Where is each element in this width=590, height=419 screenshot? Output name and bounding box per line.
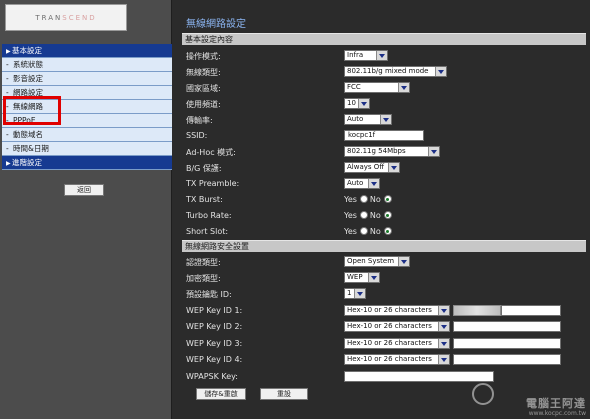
chevron-down-icon: [398, 83, 409, 92]
chevron-down-icon: [358, 99, 369, 108]
section-basic-header: 基本設定內容: [182, 33, 586, 45]
logo-text-a: TRAN: [35, 13, 63, 22]
chevron-down-icon: [438, 339, 449, 348]
sidebar-item-label: 動態域名: [13, 130, 43, 139]
wep-key-3-input[interactable]: [453, 338, 561, 349]
tx-burst-radio-group: Yes No: [344, 195, 394, 204]
wep-key-1-format-select[interactable]: Hex-10 or 26 characters: [344, 305, 450, 316]
sidebar-item-ddns[interactable]: - 動態域名: [2, 128, 172, 142]
watermark-text: 電腦王阿達: [526, 397, 586, 410]
region-select[interactable]: FCC: [344, 82, 410, 93]
turbo-rate-no-radio[interactable]: [383, 211, 392, 219]
logo-text-b: SCEND: [62, 13, 97, 22]
transcend-logo: TRAN SCEND: [5, 4, 127, 31]
chevron-down-icon: [376, 51, 387, 60]
encrypt-type-select[interactable]: WEP: [344, 272, 380, 283]
sidebar-item-basic-settings[interactable]: ▶基本設定: [2, 44, 172, 58]
short-slot-radio-group: Yes No: [344, 227, 394, 236]
chevron-down-icon: [428, 147, 439, 156]
tx-burst-yes-radio[interactable]: [359, 195, 368, 203]
row-turbo-rate: Turbo Rate: Yes No: [186, 209, 586, 224]
watermark-logo-icon: [472, 383, 494, 405]
sidebar-item-label: 基本設定: [12, 46, 42, 55]
wep-key-1-input[interactable]: [501, 305, 561, 316]
adhoc-mode-select[interactable]: 802.11g 54Mbps: [344, 146, 440, 157]
wep-key-2-format-select[interactable]: Hex-10 or 26 characters: [344, 321, 450, 332]
bg-protect-select[interactable]: Always Off: [344, 162, 400, 173]
turbo-rate-radio-group: Yes No: [344, 211, 394, 220]
rate-select[interactable]: Auto: [344, 114, 392, 125]
row-ssid: SSID: kocpc1f: [186, 129, 586, 144]
op-mode-select[interactable]: Infra: [344, 50, 388, 61]
row-op-mode: 操作模式: Infra: [186, 49, 586, 64]
turbo-rate-yes-radio[interactable]: [359, 211, 368, 219]
sidebar-item-label: 時間&日期: [13, 144, 49, 153]
watermark-url: www.kocpc.com.tw: [528, 410, 586, 417]
chevron-down-icon: [368, 273, 379, 282]
channel-select[interactable]: 10: [344, 98, 370, 109]
row-wep-key-2: WEP Key ID 2: Hex-10 or 26 characters: [186, 320, 586, 335]
row-default-key: 預設鑰匙 ID: 1: [186, 287, 586, 302]
short-slot-no-radio[interactable]: [383, 227, 392, 235]
back-button[interactable]: 返回: [64, 184, 104, 196]
save-restart-button[interactable]: 儲存&重啟: [196, 388, 246, 400]
chevron-down-icon: [438, 322, 449, 331]
auth-type-select[interactable]: Open System: [344, 256, 410, 267]
field-label: 操作模式:: [186, 52, 221, 61]
chevron-down-icon: [354, 289, 365, 298]
tx-preamble-select[interactable]: Auto: [344, 178, 380, 189]
sidebar-item-label: 系統狀態: [13, 60, 43, 69]
highlight-annotation-box: [3, 96, 61, 125]
chevron-down-icon: [388, 163, 399, 172]
row-channel: 使用頻道: 10: [186, 97, 586, 112]
row-adhoc-mode: Ad-Hoc 模式: 802.11g 54Mbps: [186, 145, 586, 160]
chevron-down-icon: [368, 179, 379, 188]
sidebar-item-time-date[interactable]: - 時間&日期: [2, 142, 172, 156]
tx-burst-no-radio[interactable]: [383, 195, 392, 203]
row-bg-protect: B/G 保護: Always Off: [186, 161, 586, 176]
chevron-down-icon: [380, 115, 391, 124]
sidebar-item-system-status[interactable]: - 系統狀態: [2, 58, 172, 72]
row-wep-key-4: WEP Key ID 4: Hex-10 or 26 characters: [186, 353, 586, 368]
row-wep-key-3: WEP Key ID 3: Hex-10 or 26 characters: [186, 337, 586, 352]
page-title: 無線網路設定: [186, 19, 246, 30]
wep-key-3-format-select[interactable]: Hex-10 or 26 characters: [344, 338, 450, 349]
wep-key-1-redacted: [453, 305, 501, 316]
row-auth-type: 認證類型: Open System: [186, 255, 586, 270]
default-key-select[interactable]: 1: [344, 288, 366, 299]
sidebar-item-label: 影音設定: [13, 74, 43, 83]
row-tx-burst: TX Burst: Yes No: [186, 193, 586, 208]
chevron-down-icon: [435, 67, 446, 76]
chevron-down-icon: [438, 355, 449, 364]
row-encrypt-type: 加密類型: WEP: [186, 271, 586, 286]
ssid-input[interactable]: kocpc1f: [344, 130, 424, 141]
section-security-header: 無線網路安全設置: [182, 240, 586, 252]
watermark: 電腦王阿達 www.kocpc.com.tw: [468, 377, 586, 417]
short-slot-yes-radio[interactable]: [359, 227, 368, 235]
row-wep-key-1: WEP Key ID 1: Hex-10 or 26 characters: [186, 304, 586, 319]
chevron-down-icon: [438, 306, 449, 315]
wep-key-4-format-select[interactable]: Hex-10 or 26 characters: [344, 354, 450, 365]
sidebar-item-advanced-settings[interactable]: ▶進階設定: [2, 156, 172, 170]
sidebar-item-label: 進階設定: [12, 158, 42, 167]
row-short-slot: Short Slot: Yes No: [186, 225, 586, 240]
reset-button[interactable]: 重設: [260, 388, 308, 400]
row-tx-preamble: TX Preamble: Auto: [186, 177, 586, 192]
wireless-type-select[interactable]: 802.11b/g mixed mode: [344, 66, 447, 77]
wep-key-2-input[interactable]: [453, 321, 561, 332]
row-wireless-type: 無線類型: 802.11b/g mixed mode: [186, 65, 586, 80]
row-region: 國家區域: FCC: [186, 81, 586, 96]
row-rate: 傳輸率: Auto: [186, 113, 586, 128]
sidebar: TRAN SCEND ▶基本設定 - 系統狀態 - 影音設定 - 網路設定 - 無線網路 …: [0, 0, 172, 419]
chevron-down-icon: [398, 257, 409, 266]
main-content: 無線網路設定 基本設定內容 操作模式: Infra 無線類型: 802.11b/…: [172, 0, 590, 419]
sidebar-item-media-settings[interactable]: - 影音設定: [2, 72, 172, 86]
wep-key-4-input[interactable]: [453, 354, 561, 365]
